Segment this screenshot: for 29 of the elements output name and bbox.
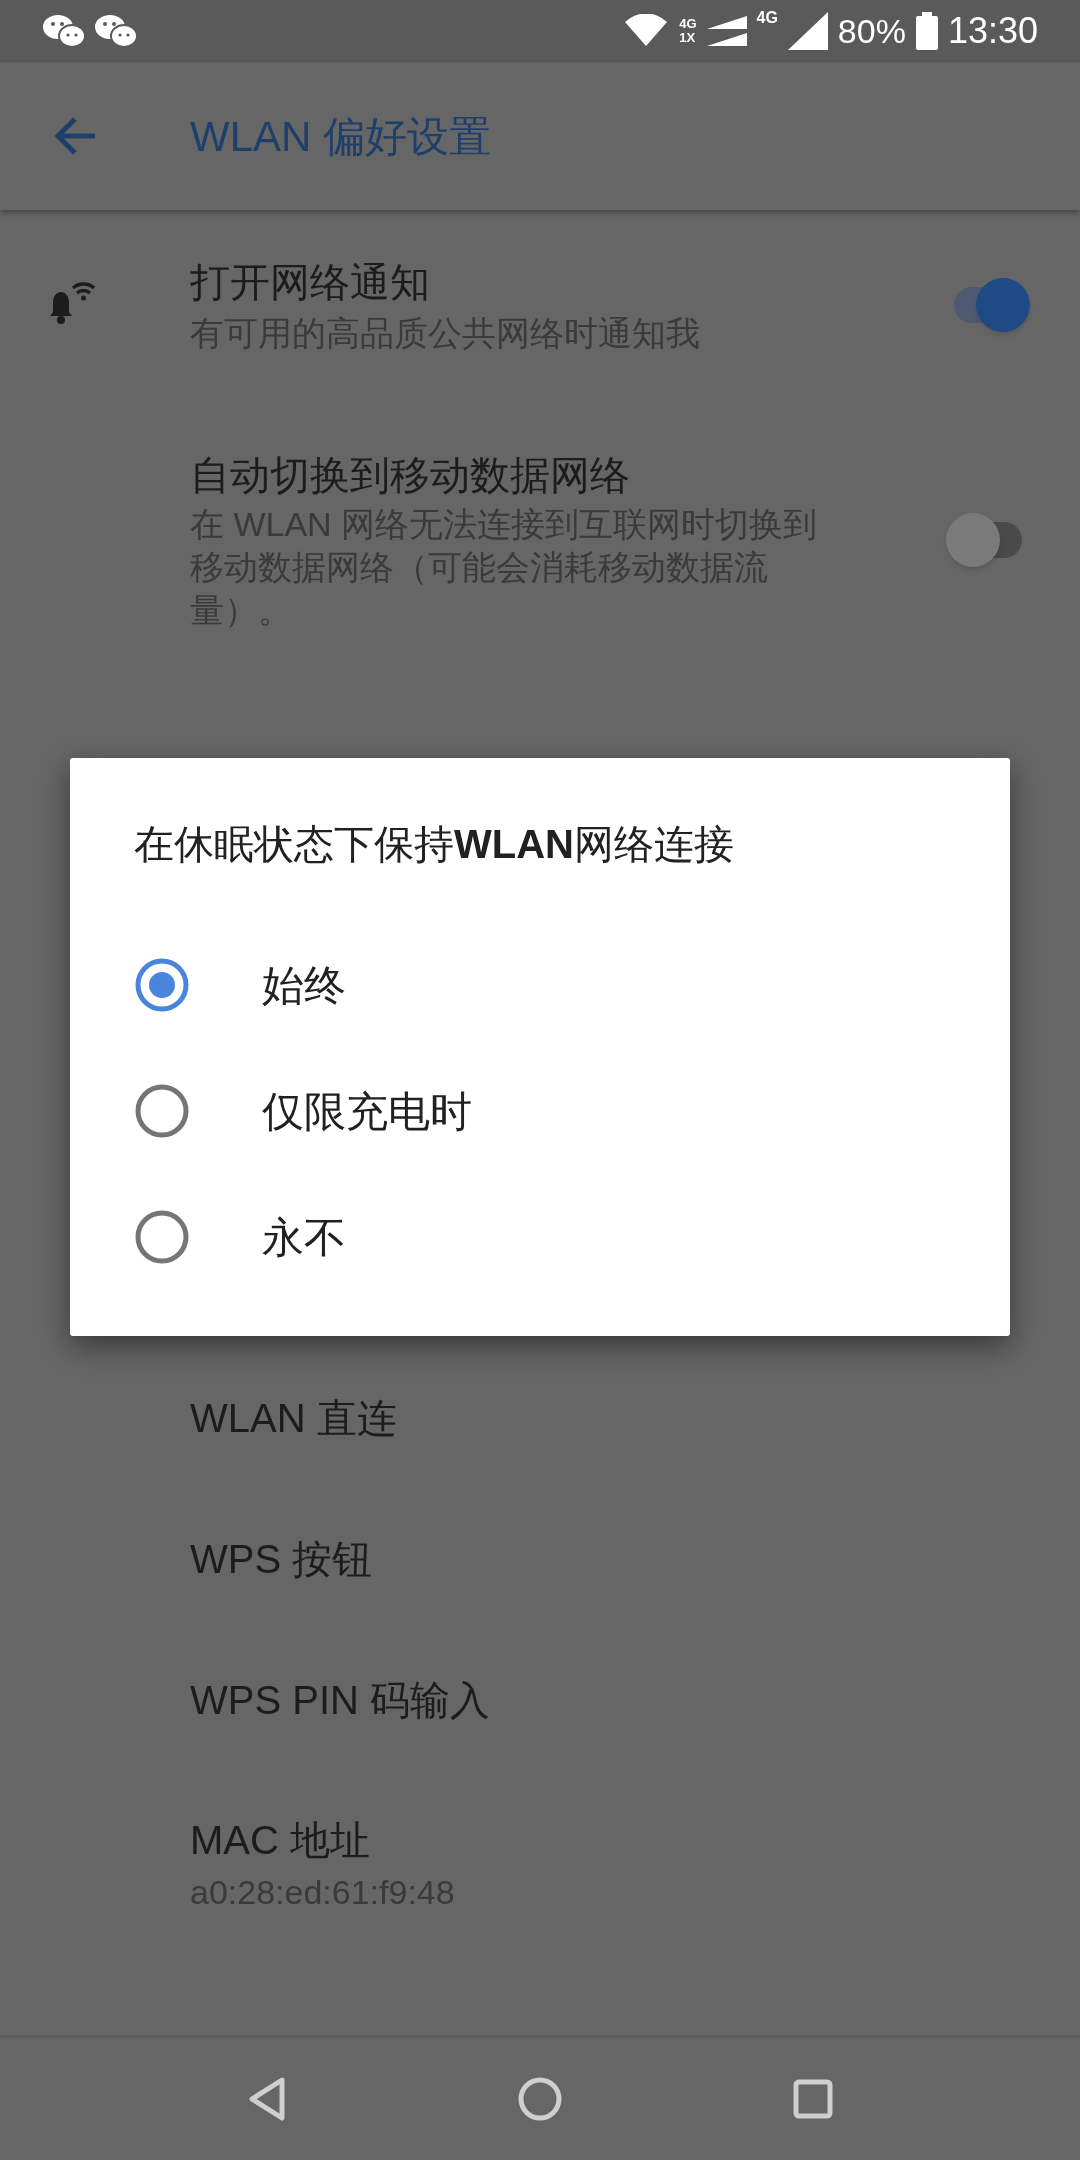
network-label: 1X xyxy=(679,31,697,45)
signal-icon xyxy=(706,14,747,48)
setting-title: WLAN 直连 xyxy=(190,1394,397,1442)
network-label: 4G xyxy=(756,8,778,28)
setting-title: 打开网络通知 xyxy=(190,259,431,306)
setting-title: WPS 按钮 xyxy=(190,1535,373,1583)
radio-option[interactable]: 永不 xyxy=(134,1174,946,1300)
setting-row[interactable]: WPS PIN 码输入 xyxy=(0,1629,1080,1770)
wifi-icon xyxy=(623,14,670,48)
dialog-title: 在休眠状态下保持WLAN网络连接 xyxy=(134,821,735,868)
clock: 13:30 xyxy=(947,9,1038,53)
setting-title: MAC 地址 xyxy=(190,1817,371,1864)
page-title: WLAN 偏好设置 xyxy=(190,111,491,162)
setting-row[interactable]: WLAN 直连 xyxy=(0,1347,1080,1488)
network-label: 4G xyxy=(679,17,697,31)
back-arrow-icon xyxy=(53,116,97,156)
chat-bubbles-icon xyxy=(42,13,86,49)
signal-icon xyxy=(787,12,828,50)
chat-bubbles-icon xyxy=(94,13,138,49)
setting-title: WPS PIN 码输入 xyxy=(190,1676,491,1724)
square-icon xyxy=(793,2079,834,2119)
radio-option[interactable]: 仅限充电时 xyxy=(134,1048,946,1174)
back-triangle-icon xyxy=(246,2076,287,2122)
home-circle-icon xyxy=(517,2076,563,2122)
radio-option[interactable]: 始终 xyxy=(134,922,946,1048)
setting-title: 自动切换到移动数据网络 xyxy=(190,452,631,499)
setting-row[interactable]: WPS 按钮 xyxy=(0,1488,1080,1629)
battery-percent: 80% xyxy=(837,10,906,52)
battery-icon xyxy=(915,12,938,50)
